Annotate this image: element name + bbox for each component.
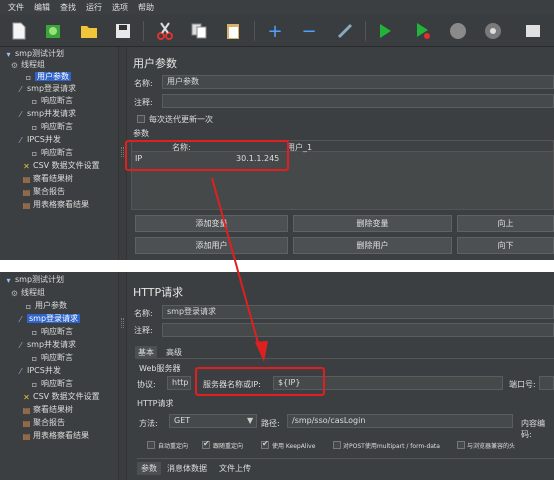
jmeter-window: 文件 编辑 查找 运行 选项 帮助 + − ▾ smp测试计划 ⚙ 线程组 ▫ 用户参…: [0, 0, 554, 480]
annotation-arrow: [211, 177, 268, 362]
